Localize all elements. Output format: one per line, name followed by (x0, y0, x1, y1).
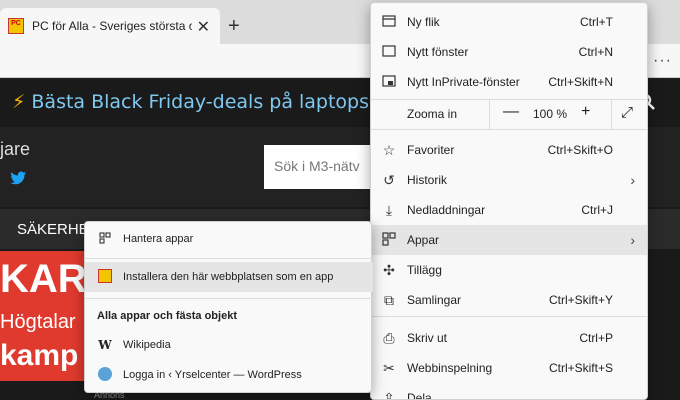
banner-line-1: KAR (0, 257, 87, 301)
banner-line-3: kamp (0, 339, 79, 372)
star-icon: ☆ (382, 141, 396, 158)
menu-item-new-tab[interactable]: Ny flik Ctrl+T (371, 7, 647, 37)
menu-item-shortcut: Ctrl+N (578, 45, 613, 59)
menu-item-print[interactable]: ⎙ Skriv ut Ctrl+P (371, 323, 647, 353)
zoom-row: Zooma in — 100 % + ⤢ (371, 99, 647, 129)
divider (489, 99, 490, 129)
menu-item-web-capture[interactable]: ✂ Webbinspelning Ctrl+Skift+S (371, 353, 647, 383)
browser-tab[interactable]: PC PC för Alla - Sveriges största och ✕ (0, 8, 220, 44)
menu-item-shortcut: Ctrl+P (579, 331, 613, 345)
manage-apps-icon (97, 231, 113, 247)
zoom-label: Zooma in (407, 107, 458, 121)
settings-more-icon[interactable]: ··· (653, 52, 672, 70)
menu-item-collections[interactable]: ⧉ Samlingar Ctrl+Skift+Y (371, 285, 647, 315)
menu-item-label: Favoriter (407, 143, 455, 157)
separator (371, 129, 647, 130)
menu-item-extensions[interactable]: ✣ Tillägg (371, 255, 647, 285)
apps-heading: Alla appar och fästa objekt (97, 310, 237, 322)
menu-item-label: Logga in ‹ Yrselcenter — WordPress (123, 369, 302, 381)
zoom-in-button[interactable]: + (581, 103, 590, 121)
menu-item-label: Nedladdningar (407, 203, 486, 217)
history-icon: ↺ (383, 171, 395, 188)
zoom-level: 100 % (533, 107, 568, 121)
twitter-icon[interactable] (10, 171, 26, 190)
menu-item-label: Nytt InPrivate-fönster (407, 75, 520, 89)
menu-item-shortcut: Ctrl+Skift+N (548, 75, 613, 89)
separator (85, 298, 373, 299)
apps-icon (379, 231, 399, 249)
print-icon: ⎙ (383, 329, 395, 346)
zoom-out-button[interactable]: — (503, 103, 519, 121)
menu-item-label: Historik (407, 173, 448, 187)
menu-item-label: Dela (407, 391, 432, 400)
share-icon: ⇪ (383, 389, 395, 400)
download-icon: ⤓ (385, 201, 393, 218)
menu-item-downloads[interactable]: ⤓ Nedladdningar Ctrl+J (371, 195, 647, 225)
browser-settings-menu: Ny flik Ctrl+T Nytt fönster Ctrl+N Nytt … (370, 2, 648, 400)
inprivate-icon (379, 74, 399, 91)
apps-submenu: Hantera appar Installera den här webbpla… (84, 221, 373, 393)
collections-icon: ⧉ (384, 291, 394, 308)
wordpress-icon (97, 366, 113, 384)
tab-icon (379, 14, 399, 31)
window-icon (379, 44, 399, 61)
menu-item-label: Skriv ut (407, 331, 448, 345)
menu-item-shortcut: Ctrl+J (581, 203, 613, 217)
menu-item-label: Installera den här webbplatsen som en ap… (123, 271, 334, 283)
close-tab-icon[interactable]: ✕ (197, 17, 210, 37)
tab-title: PC för Alla - Sveriges största och (32, 19, 192, 33)
chevron-right-icon: › (630, 232, 635, 248)
site-search-input[interactable]: Sök i M3-nätv (264, 145, 384, 189)
chevron-right-icon: › (630, 172, 635, 188)
header-text: jare (0, 139, 31, 159)
app-item-wordpress[interactable]: Logga in ‹ Yrselcenter — WordPress (85, 360, 373, 390)
new-tab-button[interactable]: + (228, 15, 240, 38)
separator (371, 316, 647, 317)
menu-item-label: Hantera appar (123, 233, 194, 245)
fullscreen-icon[interactable]: ⤢ (621, 104, 633, 121)
menu-item-inprivate[interactable]: Nytt InPrivate-fönster Ctrl+Skift+N (371, 67, 647, 97)
bolt-icon: ⚡ (12, 91, 26, 113)
menu-item-shortcut: Ctrl+Skift+O (547, 143, 613, 157)
app-item-wikipedia[interactable]: W Wikipedia (85, 330, 373, 360)
menu-item-label: Ny flik (407, 15, 440, 29)
menu-item-history[interactable]: ↺ Historik › (371, 165, 647, 195)
divider (611, 99, 612, 129)
menu-item-apps[interactable]: Appar › (371, 225, 647, 255)
menu-item-share[interactable]: ⇪ Dela (371, 383, 647, 400)
install-site-as-app-item[interactable]: Installera den här webbplatsen som en ap… (85, 262, 373, 292)
banner-line-2: Högtalar (0, 311, 76, 333)
menu-item-label: Samlingar (407, 293, 462, 307)
menu-item-label: Nytt fönster (407, 45, 469, 59)
wikipedia-icon: W (98, 338, 112, 352)
site-favicon-icon: PC (8, 18, 24, 34)
menu-item-shortcut: Ctrl+Skift+S (548, 361, 613, 375)
separator (85, 258, 373, 259)
menu-item-shortcut: Ctrl+T (580, 15, 613, 29)
menu-item-label: Webbinspelning (407, 361, 493, 375)
menu-item-label: Appar (407, 233, 440, 247)
menu-item-shortcut: Ctrl+Skift+Y (548, 293, 613, 307)
manage-apps-item[interactable]: Hantera appar (85, 224, 373, 254)
menu-item-favorites[interactable]: ☆ Favoriter Ctrl+Skift+O (371, 135, 647, 165)
menu-item-label: Wikipedia (123, 339, 171, 351)
site-favicon-icon (97, 268, 113, 286)
extensions-icon: ✣ (383, 261, 395, 278)
menu-item-label: Tillägg (407, 263, 442, 277)
capture-icon: ✂ (383, 359, 395, 376)
menu-item-new-window[interactable]: Nytt fönster Ctrl+N (371, 37, 647, 67)
